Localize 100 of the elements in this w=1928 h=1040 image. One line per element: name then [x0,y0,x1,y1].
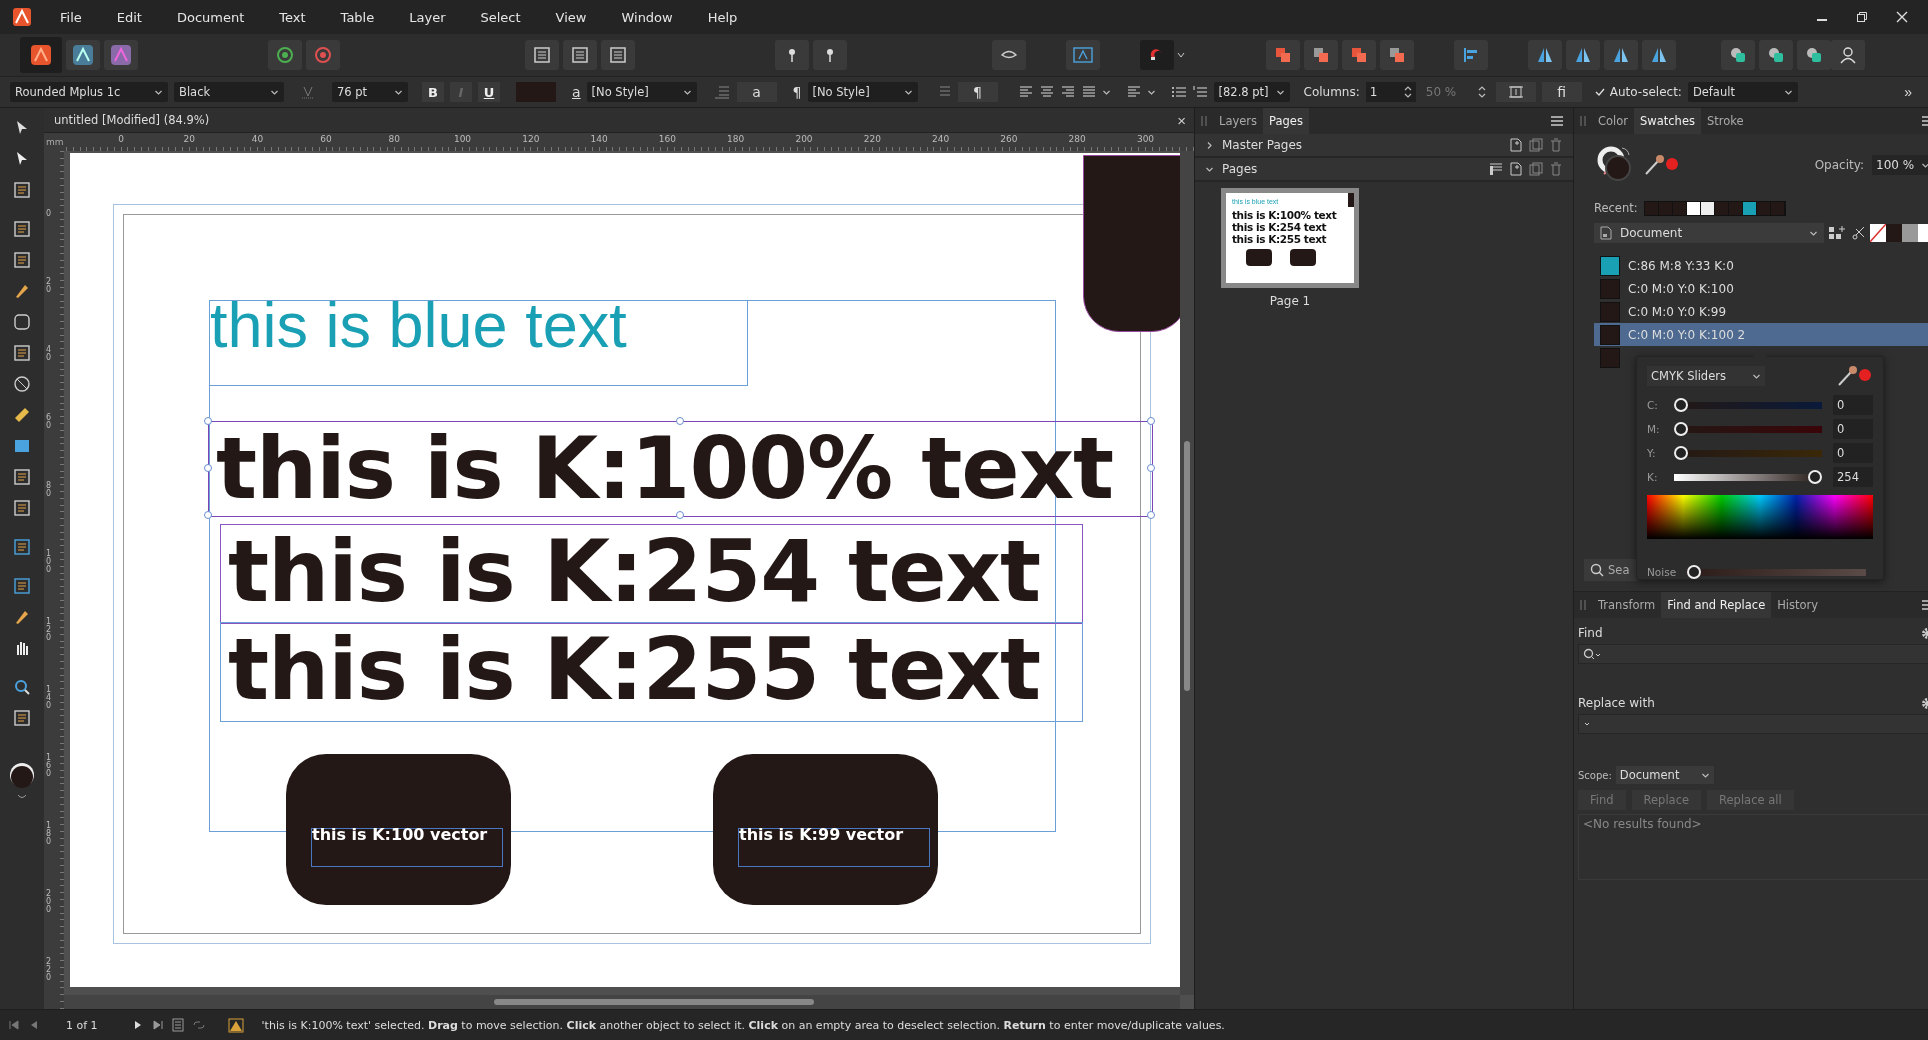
slider-thumb[interactable] [1674,446,1688,460]
duplicate-icon[interactable] [1529,138,1543,152]
last-page-icon[interactable] [151,1019,164,1031]
bookmark-icon[interactable] [1489,162,1503,176]
boolean-button[interactable] [1797,40,1831,70]
slider-thumb[interactable] [1808,470,1822,484]
selection-handle[interactable] [204,417,212,425]
eyedropper-icon[interactable] [1837,365,1873,387]
arrange-button[interactable] [1304,40,1338,70]
menu-item[interactable]: File [60,9,82,25]
numbered-list-icon[interactable] [1191,85,1208,99]
spinner-icon[interactable] [1477,85,1486,99]
horizontal-scrollbar[interactable] [494,999,814,1005]
color-slider[interactable] [1674,446,1822,460]
selection-handle[interactable] [204,464,212,472]
add-page-icon[interactable] [1509,162,1523,176]
auto-select-dropdown[interactable]: Default [1687,82,1798,102]
text-color-well[interactable] [516,82,556,102]
scope-dropdown[interactable]: Document [1615,766,1714,784]
panel-tab[interactable]: Pages [1263,108,1309,134]
transform-button[interactable] [1566,40,1600,70]
vertical-scrollbar[interactable] [1184,441,1190,691]
add-swatch-icon[interactable] [1828,225,1848,241]
slider-value-field[interactable]: 0 [1833,443,1873,463]
case-button[interactable]: a [736,82,777,102]
document-tab[interactable]: untitled [Modified] (84.9%) [54,113,210,127]
eyedropper-icon[interactable] [1644,154,1680,176]
color-slider[interactable] [1674,422,1822,436]
boolean-button[interactable] [1759,40,1793,70]
text-align-icon[interactable] [1059,85,1076,99]
selection-handle[interactable] [1147,464,1155,472]
menu-item[interactable]: Edit [116,9,142,25]
panel-grip-icon[interactable] [1580,116,1586,126]
menu-icon[interactable] [1551,116,1563,126]
panel-tab[interactable]: Swatches [1634,108,1701,134]
toolbar-button[interactable] [525,40,559,70]
link-icon[interactable] [191,1019,206,1031]
toolbar-button[interactable] [563,40,597,70]
swatch-item[interactable]: C:86 M:8 Y:33 K:0 [1594,254,1928,277]
selection-handle[interactable] [1147,417,1155,425]
menu-item[interactable]: Text [279,9,306,25]
format-button[interactable]: U [478,82,500,102]
frame-button[interactable] [1495,82,1536,102]
transform-button[interactable] [1604,40,1638,70]
search-field[interactable]: Sea [1584,559,1638,581]
color-mode-dropdown[interactable]: CMYK Sliders [1647,366,1765,386]
font-family-dropdown[interactable]: Rounded Mplus 1c [10,82,168,102]
menu-item[interactable]: Window [621,9,673,25]
trash-icon[interactable] [1549,162,1563,176]
close-document-button[interactable]: × [1177,111,1186,129]
menu-item[interactable]: Select [480,9,521,25]
photo-persona-button[interactable] [104,40,138,70]
restore-icon[interactable] [1856,11,1868,23]
close-icon[interactable] [1896,11,1908,23]
selection-handle[interactable] [204,511,212,519]
leading-dropdown[interactable]: [82.8 pt] [1213,82,1290,102]
format-button[interactable]: B [422,82,444,102]
slider-thumb[interactable] [1674,422,1688,436]
find-field[interactable] [1578,644,1928,664]
slider-thumb[interactable] [1687,565,1702,579]
first-page-icon[interactable] [8,1019,20,1031]
panel-tab[interactable]: Transform [1592,592,1662,618]
toolbar-button[interactable] [775,40,809,70]
section-header[interactable]: Pages [1222,162,1258,176]
text-align-icon[interactable] [1080,85,1097,99]
slider-value-field[interactable]: 0 [1833,419,1873,439]
font-style-dropdown[interactable]: Black [174,82,284,102]
panel-tab[interactable]: Layers [1213,108,1264,134]
section-header[interactable]: Master Pages [1222,138,1303,152]
vertical-align-icon[interactable] [1125,85,1142,99]
publisher-persona-button[interactable] [20,37,62,73]
swatch-item[interactable]: C:0 M:0 Y:0 K:100 2 [1594,323,1928,346]
kerning-icon[interactable] [300,84,316,100]
opacity-dropdown[interactable]: 100 % [1872,155,1928,175]
account-button[interactable] [1831,40,1865,70]
noise-slider[interactable] [1687,565,1866,579]
arrange-button[interactable] [1380,40,1414,70]
selection-handle[interactable] [1147,511,1155,519]
warning-icon[interactable] [227,1017,244,1033]
swatch-item[interactable]: C:0 M:0 Y:0 K:100 [1594,277,1928,300]
ligature-button[interactable]: fi [1541,82,1582,102]
menu-item[interactable]: Layer [409,9,446,25]
panel-tab[interactable]: Stroke [1701,108,1750,134]
menu-item[interactable]: Document [176,9,245,25]
columns-field[interactable]: 1 [1365,82,1416,102]
recent-swatch[interactable] [1644,201,1659,215]
color-slider[interactable] [1674,470,1822,484]
snapping-button[interactable] [1140,40,1174,70]
slider-thumb[interactable] [1674,398,1688,412]
transform-button[interactable] [1528,40,1562,70]
text-align-icon[interactable] [1038,85,1055,99]
panel-tab[interactable]: History [1771,592,1825,618]
swatch-item[interactable]: C:0 M:0 Y:0 K:99 [1594,300,1928,323]
quick-swatches-icon[interactable] [1870,224,1928,242]
toolbar-button[interactable] [992,40,1026,70]
toolbar-button[interactable] [268,40,302,70]
toolbar-button[interactable] [813,40,847,70]
color-spectrum[interactable] [1647,495,1873,539]
arrange-button[interactable] [1266,40,1300,70]
palette-dropdown[interactable]: Document [1594,223,1824,243]
